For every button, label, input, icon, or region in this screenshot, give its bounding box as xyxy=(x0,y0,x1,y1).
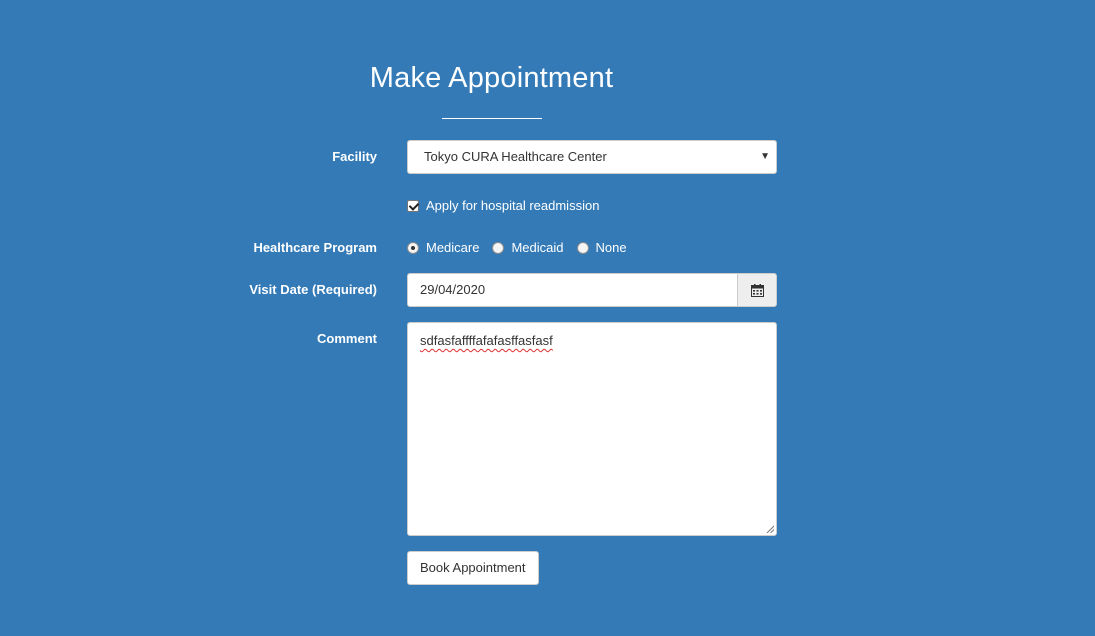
readmission-label[interactable]: Apply for hospital readmission xyxy=(426,198,599,213)
readmission-checkbox[interactable] xyxy=(407,199,419,212)
caret-down-icon: ▼ xyxy=(760,151,770,162)
program-radio-group: Medicare Medicaid None xyxy=(407,240,640,255)
radio-medicare[interactable] xyxy=(407,241,419,254)
radio-option-medicaid[interactable]: Medicaid xyxy=(492,240,564,255)
radio-medicaid[interactable] xyxy=(492,241,505,254)
program-label: Healthcare Program xyxy=(253,240,377,255)
book-appointment-button[interactable]: Book Appointment xyxy=(407,551,539,585)
calendar-icon xyxy=(750,283,764,297)
title-divider xyxy=(442,118,542,119)
visit-date-group: 29/04/2020 xyxy=(407,273,777,307)
visit-date-input[interactable]: 29/04/2020 xyxy=(407,273,737,307)
resize-grip-icon[interactable] xyxy=(766,525,774,533)
appointment-page: Make Appointment Facility Tokyo CURA Hea… xyxy=(0,0,1095,636)
readmission-row: Apply for hospital readmission xyxy=(407,198,599,213)
facility-select[interactable]: Tokyo CURA Healthcare Center ▼ xyxy=(407,140,777,174)
calendar-button[interactable] xyxy=(737,273,777,307)
comment-text: sdfasfaffffafafasffasfasf xyxy=(420,333,553,348)
radio-option-medicare[interactable]: Medicare xyxy=(407,240,479,255)
radio-none-label[interactable]: None xyxy=(596,240,627,255)
visit-date-label: Visit Date (Required) xyxy=(249,282,377,297)
comment-label: Comment xyxy=(317,331,377,346)
facility-selected-value: Tokyo CURA Healthcare Center xyxy=(424,149,607,164)
radio-medicaid-label[interactable]: Medicaid xyxy=(511,240,563,255)
comment-textarea[interactable]: sdfasfaffffafafasffasfasf xyxy=(407,322,777,536)
radio-none[interactable] xyxy=(576,241,589,254)
facility-label: Facility xyxy=(332,149,377,164)
radio-medicare-label[interactable]: Medicare xyxy=(426,240,479,255)
page-title: Make Appointment xyxy=(369,62,614,94)
radio-option-none[interactable]: None xyxy=(576,240,627,255)
